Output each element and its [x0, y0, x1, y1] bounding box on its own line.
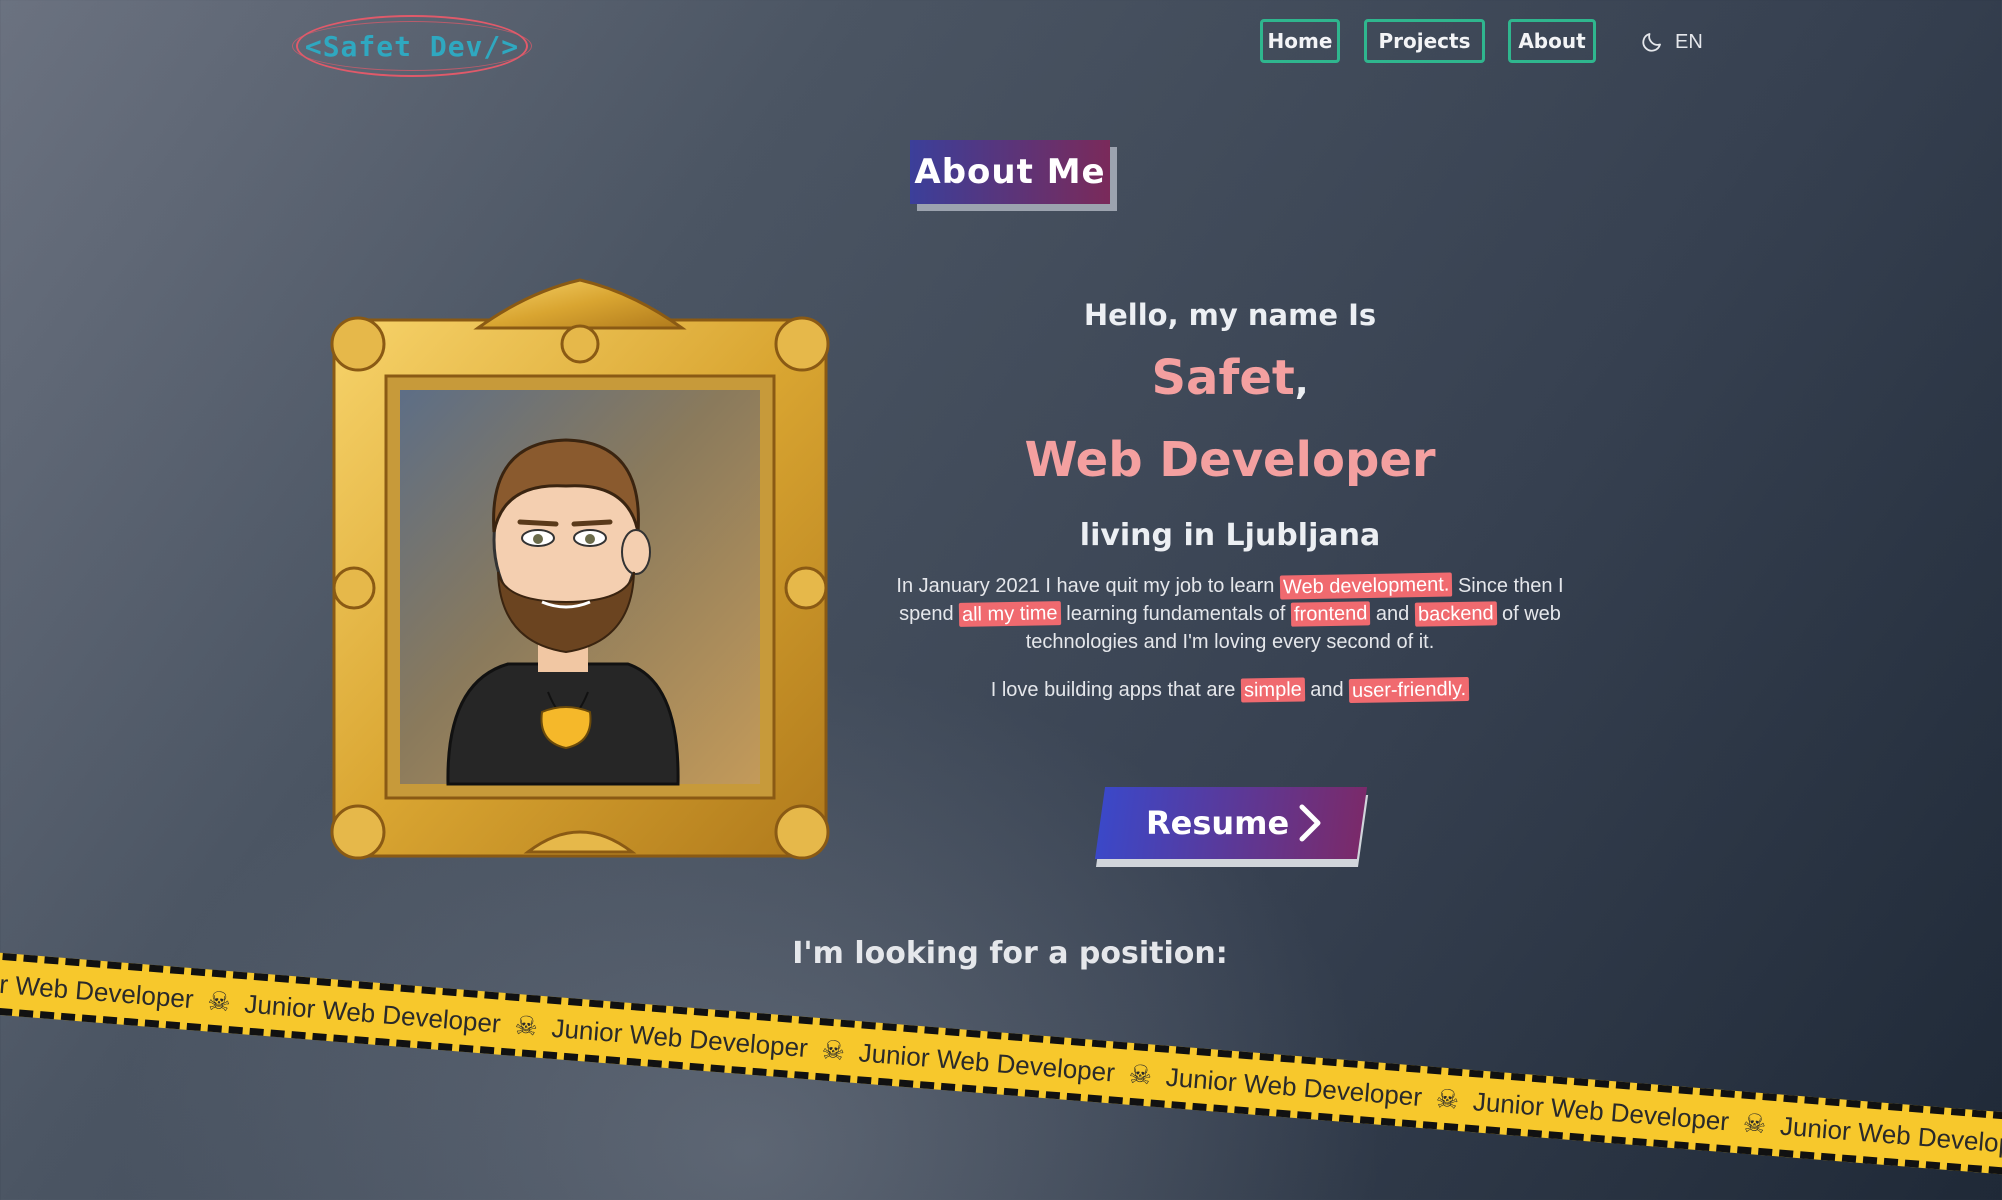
highlight-simple: simple — [1240, 677, 1305, 703]
skull-crossbones-icon: ☠ — [206, 984, 232, 1017]
tape-label: Junior Web Developer — [550, 1012, 809, 1063]
tape-label: Junior Web Developer — [243, 987, 502, 1039]
skull-crossbones-icon: ☠ — [513, 1009, 540, 1042]
highlight-backend: backend — [1414, 601, 1497, 627]
name-heading: Safet, — [860, 350, 1600, 406]
highlight-web-development: Web development. — [1279, 572, 1453, 600]
name-comma: , — [1294, 362, 1309, 403]
resume-label: Resume — [1146, 804, 1290, 842]
nav-about-button[interactable]: About — [1508, 19, 1596, 63]
skull-crossbones-icon: ☠ — [1741, 1107, 1768, 1139]
site-logo[interactable]: <Safet Dev/> — [292, 15, 532, 77]
bio-text: In January 2021 I have quit my job to le… — [896, 575, 1280, 597]
apps-text: and — [1304, 679, 1350, 701]
tape-label: Junior Web Developer — [0, 963, 195, 1014]
bio-text: learning fundamentals of — [1060, 603, 1291, 625]
bio-text: and — [1370, 603, 1415, 625]
city-text: living in Ljubljana — [1079, 518, 1381, 553]
portrait-frame — [330, 278, 830, 860]
moon-icon[interactable] — [1640, 30, 1664, 54]
highlight-all-my-time: all my time — [958, 601, 1061, 627]
language-selector[interactable]: EN — [1675, 31, 1703, 54]
highlight-user-friendly: user-friendly. — [1348, 676, 1470, 704]
nav-projects-button[interactable]: Projects — [1364, 19, 1485, 63]
tape-label: Junior Web Developer — [1164, 1061, 1424, 1112]
skull-crossbones-icon: ☠ — [820, 1033, 847, 1066]
tape-label: Junior Web Developer — [1471, 1085, 1731, 1136]
apps-paragraph: I love building apps that are simple and… — [885, 676, 1575, 704]
bio-paragraph: In January 2021 I have quit my job to le… — [885, 572, 1575, 656]
caution-tape: Junior Web Developer ☠ Junior Web Develope… — [0, 948, 2002, 1185]
nav-home-button[interactable]: Home — [1260, 19, 1340, 63]
highlight-frontend: frontend — [1290, 601, 1371, 627]
name-text: Safet — [1151, 350, 1295, 406]
position-heading: I'm looking for a position: — [792, 936, 1228, 971]
apps-text: I love building apps that are — [990, 679, 1241, 701]
chevron-right-icon — [1299, 804, 1321, 842]
skull-crossbones-icon: ☠ — [1434, 1082, 1461, 1115]
skull-crossbones-icon: ☠ — [1127, 1058, 1154, 1091]
greeting-text: Hello, my name Is — [1083, 298, 1377, 332]
tape-label: Junior Web Developer — [857, 1036, 1117, 1088]
page-title: About Me — [910, 140, 1110, 204]
tape-label: Junior Web Developer — [1779, 1110, 2002, 1161]
role-heading: Web Developer — [1024, 432, 1436, 488]
resume-button[interactable]: Resume — [1094, 787, 1369, 867]
